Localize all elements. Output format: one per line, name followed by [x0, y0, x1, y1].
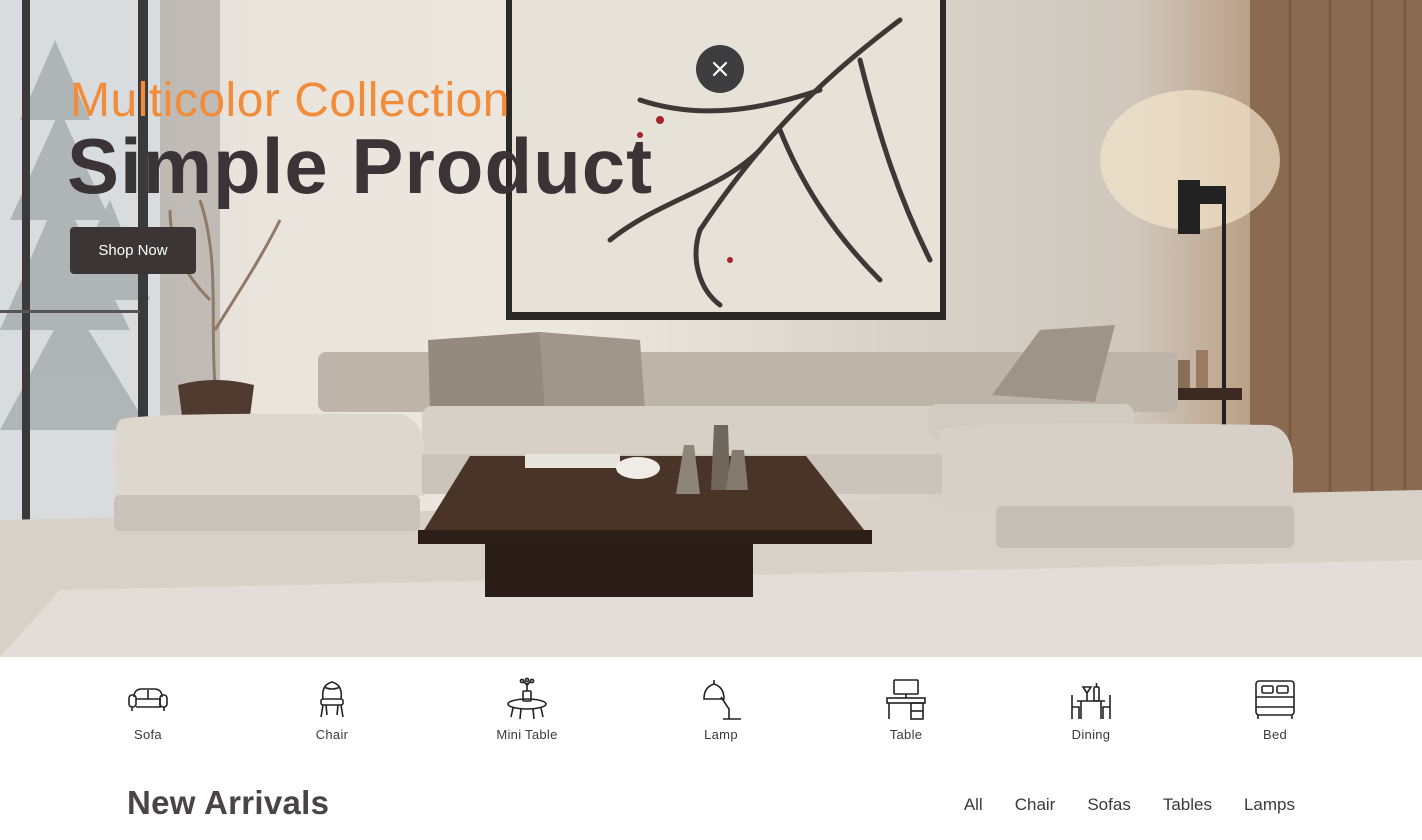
desk-icon	[886, 679, 926, 720]
category-bar: Sofa Chair Mini Table Lamp Table Dining …	[0, 657, 1422, 757]
shop-now-button[interactable]: Shop Now	[70, 227, 196, 274]
category-sofa[interactable]: Sofa	[88, 677, 208, 742]
category-table[interactable]: Table	[846, 677, 966, 742]
filter-chair[interactable]: Chair	[1015, 795, 1056, 815]
filter-lamps[interactable]: Lamps	[1244, 795, 1295, 815]
category-label: Chair	[315, 727, 349, 742]
mini-table-icon	[507, 677, 547, 720]
category-dining[interactable]: Dining	[1031, 677, 1151, 742]
hero-text: Multicolor Collection Simple Product	[67, 74, 654, 210]
bed-icon	[1255, 680, 1295, 719]
hero-title: Simple Product	[67, 122, 654, 210]
category-label: Table	[889, 727, 923, 742]
chair-icon	[320, 681, 344, 718]
filter-sofas[interactable]: Sofas	[1087, 795, 1130, 815]
dining-icon	[1071, 683, 1111, 719]
hero-subtitle: Multicolor Collection	[70, 74, 510, 127]
category-bed[interactable]: Bed	[1215, 677, 1335, 742]
category-lamp[interactable]: Lamp	[661, 677, 781, 742]
category-mini-table[interactable]: Mini Table	[467, 677, 587, 742]
sofa-icon	[128, 688, 168, 711]
category-label: Bed	[1262, 727, 1288, 742]
category-label: Sofa	[134, 727, 162, 742]
filter-tables[interactable]: Tables	[1163, 795, 1212, 815]
new-arrivals-heading: New Arrivals	[127, 784, 330, 821]
close-button[interactable]	[696, 45, 744, 93]
filter-all[interactable]: All	[964, 795, 983, 815]
category-chair[interactable]: Chair	[272, 677, 392, 742]
lamp-icon	[703, 680, 741, 720]
category-label: Dining	[1071, 727, 1111, 742]
hero-banner: Multicolor Collection Simple Product Sho…	[0, 0, 1422, 657]
category-label: Mini Table	[496, 727, 558, 742]
arrivals-filter-tabs: All Chair Sofas Tables Lamps	[964, 795, 1295, 815]
close-icon	[712, 61, 728, 77]
category-label: Lamp	[704, 727, 738, 742]
